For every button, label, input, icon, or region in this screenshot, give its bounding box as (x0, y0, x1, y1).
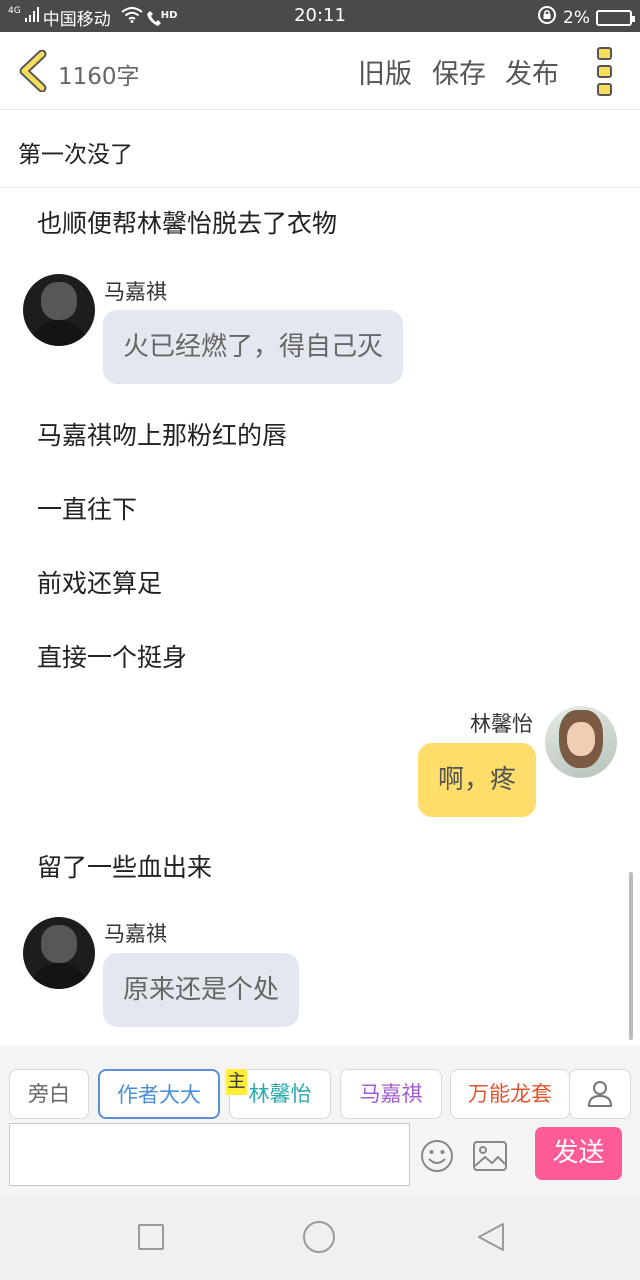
editor-toolbar: 1160字 旧版 保存 发布 (0, 32, 640, 110)
narration-line[interactable]: 留了一些血出来 (37, 848, 212, 884)
speaker-name: 马嘉祺 (104, 280, 167, 304)
save-button[interactable]: 保存 (432, 52, 486, 91)
avatar-ma-jiaqi (23, 274, 95, 346)
role-author-button[interactable]: 作者大大 (98, 1069, 220, 1119)
back-chevron-icon[interactable] (16, 50, 50, 92)
chapter-title: 第一次没了 (18, 142, 133, 168)
publish-button[interactable]: 发布 (505, 52, 559, 91)
main-character-badge: 主 (226, 1069, 247, 1095)
dialogue-bubble[interactable]: 火已经燃了，得自己灭 (103, 310, 404, 384)
narration-line[interactable]: 一直往下 (37, 490, 137, 526)
old-version-button[interactable]: 旧版 (358, 52, 412, 91)
emoji-icon[interactable] (420, 1139, 454, 1173)
speaker-name: 林馨怡 (470, 712, 533, 736)
avatar-lin-xinyi (545, 706, 617, 778)
word-count: 1160字 (58, 64, 140, 90)
narration-line[interactable]: 也顺便帮林馨怡脱去了衣物 (37, 204, 337, 240)
narration-line[interactable]: 前戏还算足 (37, 564, 162, 600)
image-icon[interactable] (472, 1140, 508, 1172)
avatar-ma-jiaqi (23, 917, 95, 989)
role-extra-button[interactable]: 万能龙套 (450, 1069, 570, 1119)
chapter-title-row[interactable]: 第一次没了 (0, 110, 640, 188)
user-icon (587, 1081, 613, 1107)
role-ma-button[interactable]: 马嘉祺 (340, 1069, 442, 1119)
home-icon[interactable] (303, 1221, 335, 1253)
status-bar: 4G 中国移动 HD 20:11 2% (0, 0, 640, 32)
speaker-name: 马嘉祺 (104, 922, 167, 946)
add-role-button[interactable] (569, 1069, 631, 1119)
narration-line[interactable]: 直接一个挺身 (37, 638, 187, 674)
battery-percent: 2% (563, 7, 590, 28)
send-button[interactable]: 发送 (535, 1127, 622, 1180)
scrollbar-thumb[interactable] (629, 872, 633, 1040)
narration-line[interactable]: 马嘉祺吻上那粉红的唇 (37, 416, 287, 452)
battery-icon (596, 9, 635, 26)
dialogue-bubble[interactable]: 啊，疼 (418, 743, 537, 817)
more-menu-icon[interactable] (594, 46, 616, 98)
message-input[interactable] (9, 1123, 410, 1186)
rotation-lock-icon (537, 5, 557, 30)
recent-apps-icon[interactable] (138, 1224, 164, 1250)
role-narrator-button[interactable]: 旁白 (9, 1069, 89, 1119)
back-triangle-icon[interactable] (476, 1221, 506, 1253)
dialogue-bubble[interactable]: 原来还是个处 (103, 953, 300, 1027)
